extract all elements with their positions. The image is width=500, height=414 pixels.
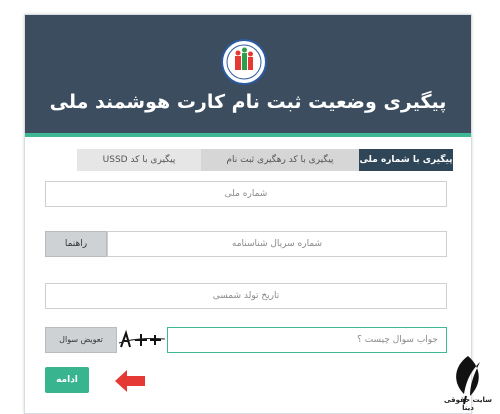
header-stripe	[25, 133, 471, 137]
tab-ussd[interactable]: پیگیری با کد USSD	[77, 149, 201, 171]
captcha-input[interactable]: جواب سوال چیست ؟	[167, 327, 447, 353]
birthdate-input[interactable]: تاریخ تولد شمسی	[45, 283, 447, 309]
captcha-image	[117, 327, 167, 353]
birthdate-placeholder: تاریخ تولد شمسی	[212, 291, 280, 301]
page-title: پیگیری وضعیت ثبت نام کارت هوشمند ملی	[49, 91, 447, 113]
watermark-text: سایت حقوقی دینا	[443, 396, 493, 412]
captcha-placeholder: جواب سوال چیست ؟	[357, 335, 438, 345]
serial-placeholder: شماره سریال شناسنامه	[231, 239, 323, 249]
header: پیگیری وضعیت ثبت نام کارت هوشمند ملی	[25, 15, 471, 133]
continue-button[interactable]: ادامه	[45, 367, 89, 393]
logo-icon	[221, 39, 267, 85]
national-code-input[interactable]: شماره ملی	[45, 181, 447, 207]
tab-national-code[interactable]: پیگیری با شماره ملی	[359, 149, 453, 171]
tab-tracking-code[interactable]: پیگیری با کد رهگیری ثبت نام	[201, 149, 359, 171]
tab-bar: پیگیری با کد USSD پیگیری با کد رهگیری ثب…	[77, 149, 453, 171]
change-question-button[interactable]: تعویض سوال	[45, 327, 117, 353]
arrow-left-icon	[115, 370, 145, 392]
serial-input[interactable]: شماره سریال شناسنامه	[107, 231, 447, 257]
national-code-placeholder: شماره ملی	[224, 189, 268, 199]
tracking-card: پیگیری وضعیت ثبت نام کارت هوشمند ملی پیگ…	[24, 14, 472, 414]
help-button[interactable]: راهنما	[45, 231, 107, 257]
